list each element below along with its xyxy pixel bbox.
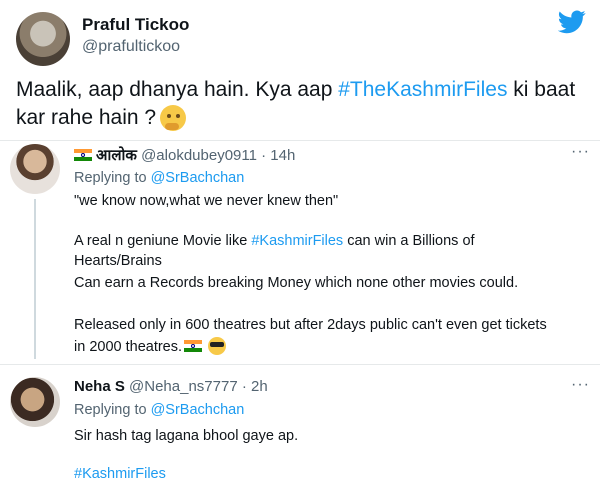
india-flag-icon [184,340,203,352]
handle-time: @alokdubey0911 · 14h [141,147,296,164]
avatar[interactable] [16,12,70,66]
author-handle[interactable]: @prafultickoo [82,38,180,56]
reply-text-line: A real n geniune Movie like #KashmirFile… [74,232,475,251]
reply-author[interactable]: Neha S @Neha_ns7777 · 2h [74,378,268,395]
author-name[interactable]: Neha S [74,378,125,395]
replying-prefix: Replying to [74,170,151,186]
author-name[interactable]: Praful Tickoo [82,15,189,35]
main-tweet: Praful Tickoo @prafultickoo Maalik, aap … [0,0,600,140]
twitter-bird-icon [558,10,586,34]
text-fragment: can win a Billions of [343,233,475,249]
replying-to: Replying to @SrBachchan [74,401,244,420]
india-flag-icon [74,149,92,161]
tweet-text: Maalik, aap dhanya hain. Kya aap #TheKas… [16,76,586,132]
thread-line [34,199,36,359]
hashtag-link[interactable]: #KashmirFiles [74,465,166,484]
reply-tweet[interactable]: आलोक @alokdubey0911 · 14h ··· Replying t… [0,141,600,364]
reply-text-line: in 2000 theatres. [74,337,227,357]
tweet-text-start: Maalik, aap dhanya hain. Kya aap [16,78,339,101]
more-options-icon[interactable]: ··· [571,376,590,394]
reply-text-line: Can earn a Records breaking Money which … [74,275,519,291]
reply-tweet[interactable]: Neha S @Neha_ns7777 · 2h ··· Replying to… [0,365,600,494]
avatar[interactable] [10,377,60,427]
reply-author[interactable]: आलोक @alokdubey0911 · 14h [74,145,295,165]
handle-time: @Neha_ns7777 · 2h [129,378,268,395]
replying-to: Replying to @SrBachchan [74,169,244,188]
reply-text-line: "we know now,what we never knew then" [74,193,339,209]
reply-text-line: Hearts/Brains [74,253,162,269]
mention-link[interactable]: @SrBachchan [151,170,245,186]
more-options-icon[interactable]: ··· [571,143,590,161]
replying-prefix: Replying to [74,402,151,418]
reply-text-line: Released only in 600 theatres but after … [74,317,547,333]
avatar[interactable] [10,144,60,194]
text-fragment: in 2000 theatres. [74,339,183,355]
thinking-face-icon [160,105,187,132]
hashtag-link[interactable]: #TheKashmirFiles [338,78,507,101]
author-name[interactable]: आलोक [96,147,137,164]
hashtag-link[interactable]: #KashmirFiles [251,233,343,249]
mention-link[interactable]: @SrBachchan [151,402,245,418]
reply-text-line: Sir hash tag lagana bhool gaye ap. [74,428,299,444]
text-fragment: A real n geniune Movie like [74,233,252,249]
sunglasses-face-icon [208,337,227,355]
